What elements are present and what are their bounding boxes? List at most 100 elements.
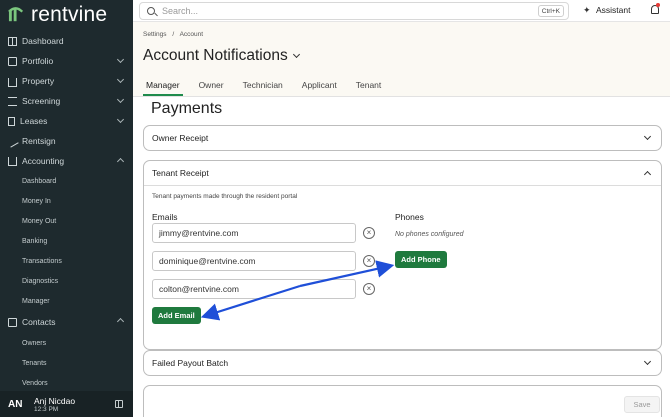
sidebar-item-leases[interactable]: Leases (0, 111, 133, 131)
emails-label: Emails (152, 212, 178, 222)
chevron-down-icon (643, 132, 652, 141)
breadcrumb-separator: / (172, 31, 175, 38)
tenant-receipt-title: Tenant Receipt (152, 168, 209, 178)
briefcase-icon (8, 56, 17, 66)
tab-technician[interactable]: Technician (240, 78, 286, 96)
sidebar-subitem-owners[interactable]: Owners (0, 333, 133, 353)
add-phone-button[interactable]: Add Phone (395, 251, 447, 268)
filter-icon (8, 96, 17, 106)
notification-dot (656, 3, 660, 7)
failed-payout-panel[interactable]: Failed Payout Batch (143, 350, 662, 376)
document-icon (8, 116, 15, 126)
sidebar-item-label: Contacts (22, 317, 56, 327)
failed-payout-header[interactable]: Failed Payout Batch (144, 351, 661, 375)
sidebar-item-portfolio[interactable]: Portfolio (0, 51, 133, 71)
user-time: 12:3 PM (34, 405, 59, 413)
add-email-button[interactable]: Add Email (152, 307, 201, 324)
assistant-label: Assistant (596, 5, 631, 15)
sidebar-nav: Dashboard Portfolio Property Screening L… (0, 31, 133, 393)
sidebar-item-label: Accounting (22, 156, 65, 166)
sidebar-item-label: Screening (22, 96, 61, 106)
save-button[interactable]: Save (624, 396, 660, 413)
search-placeholder: Search... (162, 6, 199, 16)
tab-applicant[interactable]: Applicant (299, 78, 340, 96)
top-bar: Search... Ctrl+K ✦ Assistant (133, 0, 670, 22)
sidebar-item-rentsign[interactable]: Rentsign (0, 131, 133, 151)
failed-payout-title: Failed Payout Batch (152, 358, 229, 368)
owner-receipt-title: Owner Receipt (152, 133, 209, 143)
sidebar-item-accounting[interactable]: Accounting (0, 151, 133, 171)
chevron-up-icon (643, 170, 652, 179)
breadcrumb: Settings / Account (143, 31, 207, 38)
sidebar-subitem-banking[interactable]: Banking (0, 231, 133, 251)
sidebar-subitem-transactions[interactable]: Transactions (0, 251, 133, 271)
phones-label: Phones (395, 212, 424, 222)
user-panel[interactable]: AN Anj Nicdao 12:3 PM (0, 391, 133, 417)
section-title: Payments (151, 100, 223, 117)
brand-logo[interactable]: rentvine (8, 3, 108, 26)
email-field[interactable]: colton@rentvine.com (152, 279, 356, 299)
sidebar: rentvine Dashboard Portfolio Property Sc… (0, 0, 133, 417)
chevron-down-icon (116, 75, 125, 84)
chevron-down-icon (116, 95, 125, 104)
sidebar-item-label: Dashboard (22, 36, 64, 46)
tab-owner[interactable]: Owner (196, 78, 227, 96)
sidebar-item-label: Property (22, 76, 55, 86)
main-content: Payments Owner Receipt Tenant Receipt Te… (133, 96, 670, 417)
remove-email-icon[interactable]: × (363, 227, 375, 239)
owner-receipt-header[interactable]: Owner Receipt (144, 126, 661, 150)
user-name: Anj Nicdao (34, 395, 76, 406)
user-info: Anj Nicdao 12:3 PM (28, 396, 75, 413)
breadcrumb-account[interactable]: Account (180, 31, 204, 38)
brand-name: rentvine (31, 3, 108, 26)
sidebar-subitem-diagnostics[interactable]: Diagnostics (0, 271, 133, 291)
tenant-receipt-body: Tenant payments made through the residen… (144, 185, 661, 349)
sidebar-subitem-dashboard[interactable]: Dashboard (0, 171, 133, 191)
collapse-sidebar-icon[interactable] (115, 400, 123, 408)
grid-icon (8, 36, 17, 46)
tab-bar: Manager Owner Technician Applicant Tenan… (143, 78, 397, 96)
tab-manager[interactable]: Manager (143, 78, 183, 96)
tenant-receipt-header[interactable]: Tenant Receipt (144, 161, 661, 185)
search-icon (147, 7, 155, 15)
chevron-down-icon (643, 357, 652, 366)
home-icon (8, 77, 17, 87)
sparkle-icon: ✦ (583, 4, 591, 15)
email-field[interactable]: dominique@rentvine.com (152, 251, 356, 271)
remove-email-icon[interactable]: × (363, 255, 375, 267)
sidebar-item-contacts[interactable]: Contacts (0, 311, 133, 333)
sidebar-item-label: Rentsign (22, 136, 56, 146)
owner-receipt-panel[interactable]: Owner Receipt (143, 125, 662, 151)
sidebar-subitem-vendors[interactable]: Vendors (0, 373, 133, 393)
sidebar-item-dashboard[interactable]: Dashboard (0, 31, 133, 51)
pen-icon (6, 134, 19, 148)
tenant-receipt-description: Tenant payments made through the residen… (152, 193, 298, 200)
chevron-down-icon (116, 115, 125, 124)
sidebar-subitem-manager[interactable]: Manager (0, 291, 133, 311)
page-title-text: Account Notifications (143, 47, 288, 64)
chevron-up-icon (116, 317, 125, 326)
sidebar-item-label: Portfolio (22, 56, 54, 66)
sidebar-item-screening[interactable]: Screening (0, 91, 133, 111)
sidebar-subitem-tenants[interactable]: Tenants (0, 353, 133, 373)
page-header: Settings / Account Account Notifications… (133, 22, 670, 96)
search-input[interactable]: Search... Ctrl+K (139, 2, 569, 20)
sidebar-subitem-money-in[interactable]: Money In (0, 191, 133, 211)
breadcrumb-settings[interactable]: Settings (143, 31, 167, 38)
bank-icon (8, 156, 17, 166)
chevron-down-icon (116, 55, 125, 64)
email-field[interactable]: jimmy@rentvine.com (152, 223, 356, 243)
rentvine-logo-icon (8, 6, 24, 21)
next-panel[interactable] (143, 385, 662, 417)
shortcut-badge: Ctrl+K (537, 5, 564, 17)
page-title[interactable]: Account Notifications (143, 47, 300, 65)
sidebar-item-label: Leases (20, 116, 48, 126)
app-root: rentvine Dashboard Portfolio Property Sc… (0, 0, 670, 417)
tab-tenant[interactable]: Tenant (353, 78, 385, 96)
sidebar-subitem-money-out[interactable]: Money Out (0, 211, 133, 231)
chevron-up-icon (116, 157, 125, 166)
sidebar-item-property[interactable]: Property (0, 71, 133, 91)
remove-email-icon[interactable]: × (363, 283, 375, 295)
assistant-button[interactable]: ✦ Assistant (583, 5, 631, 15)
contacts-icon (8, 317, 17, 327)
